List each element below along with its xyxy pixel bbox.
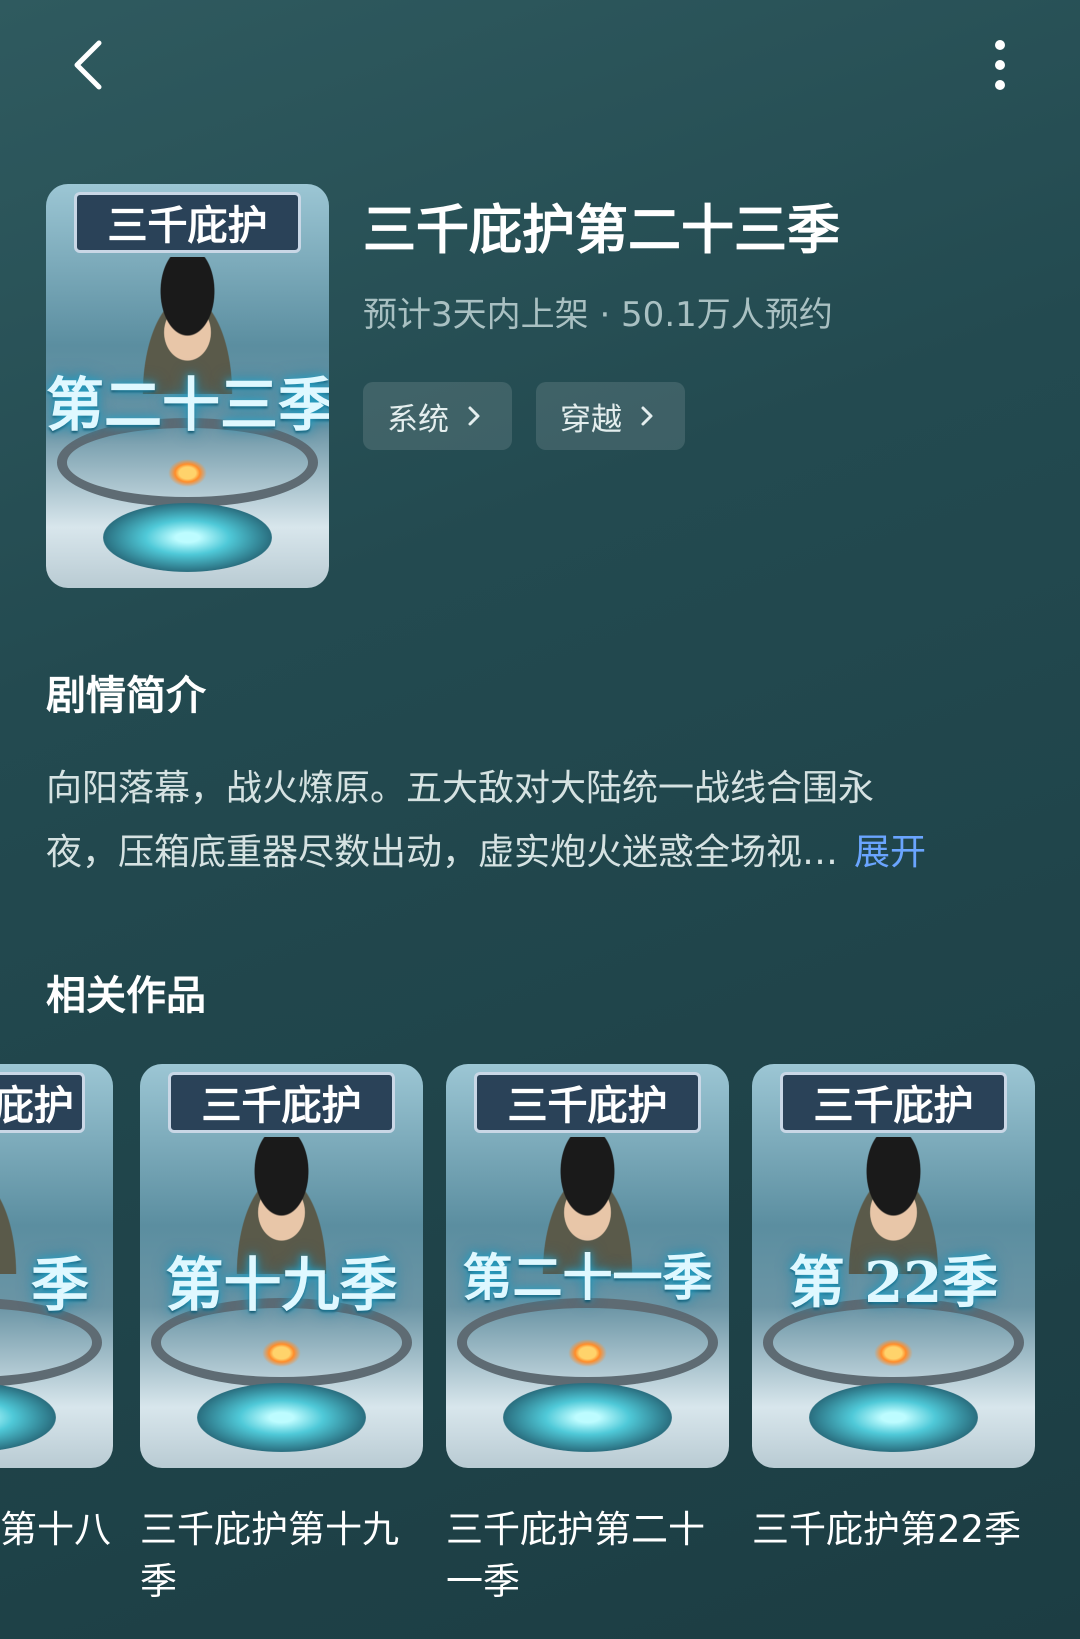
cover-banner: 庇护 [0,1072,85,1133]
expand-link[interactable]: 展开 [854,832,926,873]
book-title: 三千庇护第二十三季 [363,200,840,261]
cover-season-text: 第二十一季 [462,1247,713,1307]
back-button[interactable] [58,30,118,100]
cover-rune-circle [808,1383,979,1452]
tag-label: 穿越 [560,401,622,438]
cover-campfire [261,1338,302,1367]
tag-time-travel[interactable]: 穿越 [536,382,685,450]
related-cover-image: 三千庇护 第十九季 [140,1064,423,1468]
related-cover-image: 三千庇护 第二十一季 [446,1064,729,1468]
cover-banner: 三千庇护 [168,1072,395,1133]
cover-banner: 三千庇护 [780,1072,1007,1133]
top-bar [0,0,1080,130]
cover-campfire [873,1338,914,1367]
cover-campfire [167,458,208,487]
related-cover-image: 三千庇护 第 22季 [752,1064,1035,1468]
cover-rune-circle [0,1383,57,1452]
related-carousel[interactable]: 庇护 季 第十八 三千庇护 第十九季 三千庇护第十九季 三千庇护 第二十一季 三… [0,1064,1080,1624]
cover-season-text: 季 [30,1250,89,1319]
release-meta: 预计3天内上架 · 50.1万人预约 [363,295,833,335]
synopsis-heading: 剧情简介 [46,673,206,719]
synopsis-line: 夜，压箱底重器尽数出动，虚实炮火迷惑全场视… 展开 [46,821,1036,885]
cover-rune-circle [102,503,273,572]
cover-rune-circle [502,1383,673,1452]
related-item-title: 三千庇护第十九季 [140,1508,399,1603]
more-vertical-icon [995,40,1005,90]
chevron-right-icon [468,406,480,426]
related-heading: 相关作品 [46,973,206,1019]
cover-campfire [567,1338,608,1367]
cover-banner: 三千庇护 [474,1072,701,1133]
related-item-title: 第十八 [0,1508,111,1551]
cover-season-text: 第二十三季 [46,370,329,439]
related-cover-image: 庇护 季 [0,1064,113,1468]
tag-label: 系统 [387,401,449,438]
cover-banner: 三千庇护 [74,192,301,253]
related-item-title: 三千庇护第二十一季 [446,1508,705,1603]
chevron-left-icon [74,40,102,90]
synopsis-line-text: 夜，压箱底重器尽数出动，虚实炮火迷惑全场视… [46,832,839,873]
chevron-right-icon [641,406,653,426]
cover-season-text: 第 22季 [788,1249,999,1316]
cover-rune-circle [196,1383,367,1452]
related-item-title: 三千庇护第22季 [752,1508,1022,1551]
more-options-button[interactable] [972,30,1028,100]
synopsis-text: 向阳落幕，战火燎原。五大敌对大陆统一战线合围永 夜，压箱底重器尽数出动，虚实炮火… [46,757,1036,885]
tag-system[interactable]: 系统 [363,382,512,450]
synopsis-line: 向阳落幕，战火燎原。五大敌对大陆统一战线合围永 [46,768,875,809]
hero-cover-image[interactable]: 三千庇护 第二十三季 [46,184,329,588]
cover-season-text: 第十九季 [165,1250,398,1319]
